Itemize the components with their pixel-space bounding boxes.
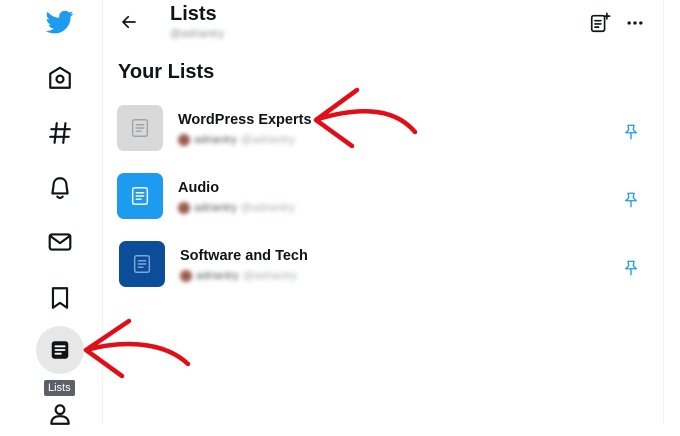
- owner-name: adriantry: [196, 270, 239, 282]
- list-thumbnail: [117, 173, 163, 219]
- twitter-logo-icon[interactable]: [38, 0, 82, 44]
- notifications-bell-icon[interactable]: [38, 166, 82, 210]
- owner-handle: @adriantry: [242, 270, 297, 282]
- pin-icon[interactable]: [620, 257, 642, 279]
- page-title: Lists: [170, 3, 217, 25]
- list-name: Software and Tech: [180, 248, 308, 264]
- explore-hashtag-icon[interactable]: [38, 111, 82, 155]
- owner-avatar: [178, 134, 190, 146]
- list-item-wordpress-experts[interactable]: WordPress Experts adriantry @adriantry: [103, 105, 663, 167]
- owner-avatar: [178, 202, 190, 214]
- main-column: Lists @adriantry Your Lists WordPress Ex…: [103, 0, 664, 424]
- owner-handle: @adriantry: [240, 134, 295, 146]
- lists-icon[interactable]: [36, 326, 84, 374]
- more-options-icon[interactable]: [622, 10, 648, 36]
- messages-mail-icon[interactable]: [38, 220, 82, 264]
- list-item-software-and-tech[interactable]: Software and Tech adriantry @adriantry: [103, 241, 663, 303]
- owner-name: adriantry: [194, 202, 237, 214]
- bookmarks-icon[interactable]: [38, 276, 82, 320]
- list-thumbnail: [119, 241, 165, 287]
- list-name: WordPress Experts: [178, 112, 312, 128]
- list-owner: adriantry @adriantry: [178, 132, 295, 148]
- list-name: Audio: [178, 180, 220, 196]
- pin-icon[interactable]: [620, 189, 642, 211]
- section-title: Your Lists: [118, 61, 215, 83]
- owner-avatar: [180, 270, 192, 282]
- create-list-icon[interactable]: [587, 10, 613, 36]
- pin-icon[interactable]: [620, 121, 642, 143]
- list-item-audio[interactable]: Audio adriantry @adriantry: [103, 173, 663, 235]
- list-thumbnail: [117, 105, 163, 151]
- sidebar: Lists: [0, 0, 103, 425]
- back-arrow-icon[interactable]: [115, 8, 143, 36]
- list-owner: adriantry @adriantry: [180, 268, 297, 284]
- owner-name: adriantry: [194, 134, 237, 146]
- profile-icon[interactable]: [38, 392, 82, 436]
- home-icon[interactable]: [38, 56, 82, 100]
- list-owner: adriantry @adriantry: [178, 200, 295, 216]
- page-subtitle: @adriantry: [170, 28, 224, 40]
- owner-handle: @adriantry: [240, 202, 295, 214]
